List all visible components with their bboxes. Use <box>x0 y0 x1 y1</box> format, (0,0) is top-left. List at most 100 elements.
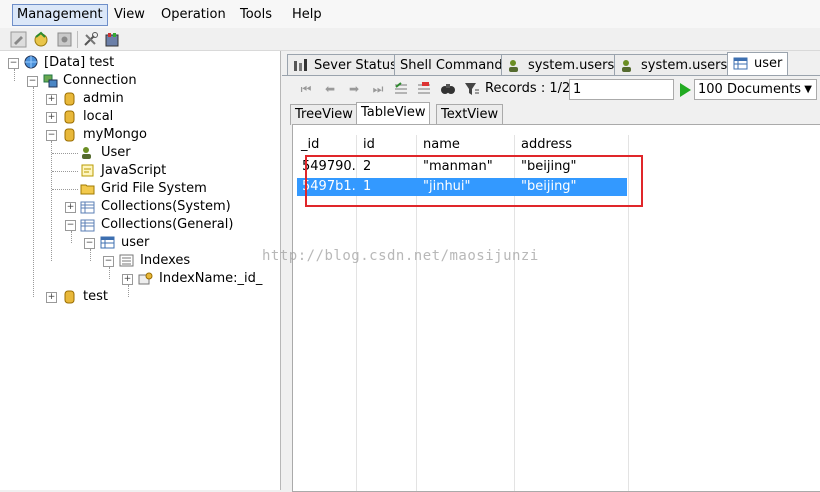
delete-record-icon[interactable] <box>416 81 432 97</box>
tree-indexes-label: Indexes <box>140 253 191 268</box>
tree-collection-label: user <box>121 235 150 250</box>
indexes-icon <box>119 254 134 267</box>
tree-line <box>90 249 91 261</box>
menu-management[interactable]: Management <box>12 4 108 26</box>
tab-label: system.users <box>641 58 728 73</box>
record-navigator: ⏮ ⬅ ➡ ⏭ Records : 1/2 1 100 Documents ▼ <box>288 78 818 100</box>
tab-user[interactable]: user <box>727 52 789 76</box>
database-icon <box>64 290 75 304</box>
refresh-connection-icon[interactable] <box>33 31 50 48</box>
column-header-id[interactable]: id <box>363 135 375 155</box>
menu-bar: Management View Operation Tools Help <box>0 0 820 28</box>
database-icon <box>64 92 75 106</box>
column-header-name[interactable]: name <box>423 135 460 155</box>
subtab-label: TextView <box>441 107 499 122</box>
connection-tree: − [Data] test − Connection + admin + loc… <box>0 51 281 490</box>
collapse-icon[interactable]: − <box>8 58 19 69</box>
highlight-box <box>305 155 643 207</box>
document-area: Sever Status Shell Command system.users … <box>282 51 820 492</box>
column-header-address[interactable]: address <box>521 135 572 155</box>
subtab-label: TableView <box>361 105 426 120</box>
last-record-icon[interactable]: ⏭ <box>370 81 386 97</box>
table-icon <box>100 236 115 249</box>
watermark: http://blog.csdn.net/maosijunzi <box>262 248 539 264</box>
toolbar-separator <box>77 31 78 48</box>
database-icon <box>64 110 75 124</box>
tree-index-label: IndexName:_id_ <box>159 271 263 286</box>
page-size-value: 100 Documents <box>698 82 802 97</box>
tree-db-label: test <box>83 289 108 304</box>
prev-record-icon[interactable]: ⬅ <box>322 81 338 97</box>
collapse-icon[interactable]: − <box>84 238 95 249</box>
script-icon <box>81 164 94 177</box>
folder-icon <box>80 184 95 195</box>
tree-line <box>51 141 52 261</box>
tab-server-status[interactable]: Sever Status <box>287 54 403 76</box>
tab-label: system.users <box>528 58 615 73</box>
menu-tools[interactable]: Tools <box>236 5 276 25</box>
tab-label: Sever Status <box>314 58 397 73</box>
tree-db-label: local <box>83 109 114 124</box>
tree-line <box>52 171 78 172</box>
chevron-down-icon[interactable]: ▼ <box>804 80 812 99</box>
tab-label: user <box>754 56 783 71</box>
table-icon <box>733 57 748 70</box>
records-label: Records : 1/2 <box>485 81 571 96</box>
tree-connection-label: Connection <box>63 73 137 88</box>
first-record-icon[interactable]: ⏮ <box>298 81 314 97</box>
users-icon <box>509 60 518 72</box>
tab-system-users-2[interactable]: system.users <box>614 54 734 76</box>
collections-icon <box>80 219 95 232</box>
menu-help[interactable]: Help <box>288 5 326 25</box>
tree-item-label: Collections(General) <box>101 217 234 232</box>
column-header-_id[interactable]: _id <box>301 135 319 155</box>
next-record-icon[interactable]: ➡ <box>346 81 362 97</box>
subtab-label: TreeView <box>295 107 353 122</box>
tree-item-label: Collections(System) <box>101 199 231 214</box>
users-icon <box>82 147 91 159</box>
collapse-icon[interactable]: − <box>27 76 38 87</box>
collapse-icon[interactable]: − <box>65 220 76 231</box>
edit-icon[interactable] <box>10 31 27 48</box>
database-tool-icon[interactable] <box>104 31 121 48</box>
tree-db-label: myMongo <box>83 127 147 142</box>
expand-icon[interactable]: + <box>122 274 133 285</box>
tab-system-users-1[interactable]: system.users <box>501 54 621 76</box>
tab-treeview[interactable]: TreeView <box>290 104 358 125</box>
tree-item-label: JavaScript <box>101 163 167 178</box>
menu-operation[interactable]: Operation <box>157 5 230 25</box>
expand-icon[interactable]: + <box>46 112 57 123</box>
server-globe-icon <box>24 55 38 69</box>
connection-icon <box>43 74 58 88</box>
expand-icon[interactable]: + <box>65 202 76 213</box>
tree-line <box>14 69 15 81</box>
tree-line <box>52 189 78 190</box>
tab-label: Shell Command <box>400 58 503 73</box>
tree-line <box>52 153 78 154</box>
menu-view[interactable]: View <box>110 5 149 25</box>
tree-line <box>71 231 72 243</box>
main-toolbar <box>0 29 820 51</box>
filter-icon[interactable] <box>464 81 480 97</box>
tree-item-label: Grid File System <box>101 181 207 196</box>
find-icon[interactable] <box>440 81 456 97</box>
users-icon <box>622 60 631 72</box>
tree-root-label: [Data] test <box>44 55 115 70</box>
tree-db-label: admin <box>83 91 124 106</box>
collections-icon <box>80 201 95 214</box>
go-icon[interactable] <box>677 82 693 98</box>
expand-icon[interactable]: + <box>46 94 57 105</box>
tab-tableview[interactable]: TableView <box>356 102 431 125</box>
stop-icon[interactable] <box>56 31 73 48</box>
collapse-icon[interactable]: − <box>46 130 57 141</box>
tab-textview[interactable]: TextView <box>436 104 504 125</box>
tree-line <box>128 285 129 297</box>
tree-line <box>109 267 110 279</box>
record-number-input[interactable]: 1 <box>569 79 674 100</box>
tools-icon[interactable] <box>82 31 99 48</box>
expand-icon[interactable]: + <box>46 292 57 303</box>
tab-shell-command[interactable]: Shell Command <box>394 54 509 76</box>
collapse-icon[interactable]: − <box>103 256 114 267</box>
page-size-select[interactable]: 100 Documents ▼ <box>694 79 817 100</box>
insert-record-icon[interactable] <box>393 81 409 97</box>
